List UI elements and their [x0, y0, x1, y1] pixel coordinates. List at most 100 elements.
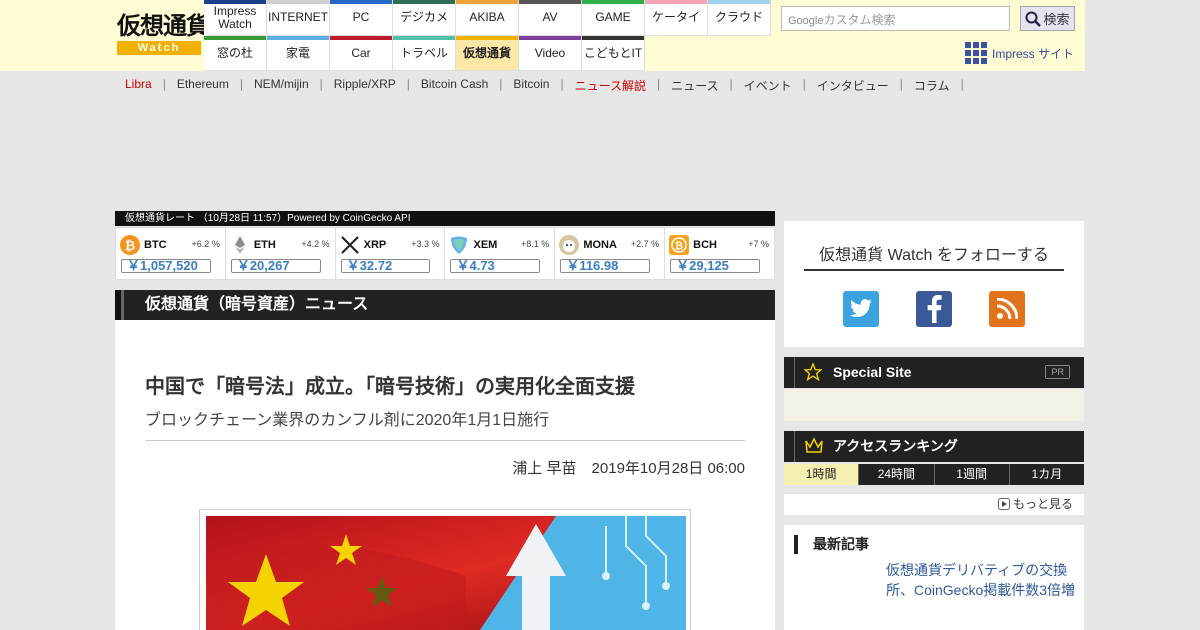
category-separator: |: [499, 77, 503, 91]
category-link[interactable]: Libra: [125, 77, 152, 94]
article: 中国で「暗号法」成立。「暗号技術」の実用化全面支援 ブロックチェーン業界のカンフ…: [115, 320, 775, 630]
xrp-icon: [340, 235, 360, 255]
coin-rate-xrp[interactable]: XRP +3.3 % ￥32.72: [336, 228, 446, 279]
impress-site-label: Impress サイト: [992, 46, 1075, 61]
section-title-text: 仮想通貨（暗号資産）ニュース: [145, 296, 369, 313]
ranking-tab[interactable]: 24時間: [858, 464, 933, 485]
nav-tab-colorbar: [645, 0, 707, 4]
nav-tab-label: Car: [351, 45, 371, 60]
rss-button[interactable]: [989, 291, 1025, 327]
latest-article-link[interactable]: 仮想通貨デリバティブの交換所、CoinGecko掲載件数3倍増: [886, 560, 1076, 600]
search-input[interactable]: Googleカスタム検索: [781, 6, 1010, 31]
coin-price: ￥116.98: [560, 259, 651, 273]
category-link[interactable]: コラム: [914, 77, 950, 94]
nav-tab-label: GAME: [595, 10, 631, 24]
nav-tab-colorbar: [519, 0, 581, 4]
coin-price: ￥1,057,520: [121, 259, 211, 273]
category-link[interactable]: ニュース: [671, 77, 718, 94]
nav-tab[interactable]: AV: [519, 0, 582, 36]
nav-tab-label: Impress Watch: [213, 3, 257, 31]
nav-tab[interactable]: ケータイ: [645, 0, 708, 36]
section-title: 仮想通貨（暗号資産）ニュース: [115, 290, 775, 320]
nav-tab-colorbar: [582, 36, 644, 40]
nav-tab-label: 仮想通貨: [462, 45, 511, 60]
star-icon: [804, 363, 822, 381]
nav-tab-colorbar: [330, 0, 392, 4]
category-separator: |: [656, 77, 661, 91]
article-title[interactable]: 中国で「暗号法」成立。「暗号技術」の実用化全面支援: [145, 370, 635, 399]
category-separator: |: [239, 77, 243, 91]
ranking-tab[interactable]: 1時間: [784, 464, 859, 485]
nav-tab[interactable]: 家電: [267, 36, 330, 71]
twitter-icon: [850, 299, 872, 318]
nav-tab[interactable]: Impress Watch: [204, 0, 267, 36]
facebook-button[interactable]: [916, 291, 952, 327]
china-flag-image: [206, 516, 686, 630]
nav-tab-colorbar: [267, 36, 329, 40]
coin-rate-bch[interactable]: ₿ BCH +7 % ￥29,125: [665, 228, 774, 279]
nav-tab-label: クラウド: [714, 10, 763, 24]
category-link[interactable]: Ethereum: [177, 77, 229, 94]
nav-tab[interactable]: AKIBA: [456, 0, 519, 36]
category-link[interactable]: Bitcoin: [513, 77, 549, 94]
nav-tab-label: ケータイ: [651, 10, 700, 24]
nav-tab-colorbar: [330, 36, 392, 40]
category-link[interactable]: イベント: [744, 77, 792, 94]
divider: [145, 440, 745, 441]
follow-title: 仮想通貨 Watch をフォローする: [819, 247, 1049, 264]
nem-icon: [449, 235, 469, 255]
play-arrow-icon: [997, 498, 1010, 510]
crown-icon: [805, 437, 823, 453]
nav-tab-colorbar: [204, 36, 266, 40]
impress-site-link[interactable]: Impress サイト: [965, 42, 1074, 64]
nav-tab[interactable]: デジカメ: [393, 0, 456, 36]
nav-tab-colorbar: [456, 0, 518, 4]
category-link[interactable]: NEM/mijin: [254, 77, 309, 94]
latest-title: 最新記事: [794, 535, 869, 554]
site-logo[interactable]: 仮想通貨 Watch: [117, 12, 210, 56]
nav-tab[interactable]: Video: [519, 36, 582, 71]
category-separator: |: [406, 77, 410, 91]
ranking-tab[interactable]: 1週間: [933, 464, 1009, 485]
search-button[interactable]: 検索: [1020, 6, 1075, 31]
nav-tab-colorbar: [204, 0, 266, 4]
category-link[interactable]: Bitcoin Cash: [421, 77, 488, 94]
ethereum-icon: [230, 235, 250, 255]
nav-tab[interactable]: 窓の杜: [204, 36, 267, 71]
special-site-header: Special Site PR: [784, 357, 1084, 388]
nav-tab[interactable]: トラベル: [393, 36, 456, 71]
category-link[interactable]: ニュース解説: [575, 77, 646, 94]
coin-symbol: XEM: [473, 239, 498, 251]
category-separator: |: [960, 77, 964, 91]
logo-watch: Watch: [117, 41, 201, 55]
nav-tab[interactable]: PC: [330, 0, 393, 36]
nav-tab[interactable]: Car: [330, 36, 393, 71]
ranking-tab[interactable]: 1カ月: [1008, 464, 1084, 485]
byline: 浦上 早苗 2019年10月28日 06:00: [512, 457, 745, 478]
nav-tab[interactable]: クラウド: [708, 0, 771, 36]
nav-tab[interactable]: 仮想通貨: [456, 36, 519, 71]
rss-icon: [996, 298, 1018, 320]
nav-tab[interactable]: こどもとIT: [582, 36, 645, 71]
coin-rate-mona[interactable]: MONA +2.7 % ￥116.98: [555, 228, 666, 279]
twitter-button[interactable]: [843, 291, 879, 327]
coin-change: +2.7 %: [630, 239, 660, 249]
bitcoin-icon: ₿: [120, 235, 140, 255]
pr-badge: PR: [1045, 365, 1070, 379]
nav-tab-colorbar: [456, 36, 518, 40]
coin-rate-eth[interactable]: ETH +4.2 % ￥20,267: [226, 228, 336, 279]
site-nav: Impress Watch INTERNET PC デジカメ AKIBA AV GAME ケータ…: [204, 0, 772, 71]
nav-tab-label: トラベル: [399, 45, 448, 60]
ranking-title: アクセスランキング: [833, 438, 958, 454]
nav-tab[interactable]: GAME: [582, 0, 645, 36]
more-link[interactable]: もっと見る: [784, 494, 1084, 515]
coin-symbol: MONA: [583, 239, 617, 251]
nav-tab[interactable]: INTERNET: [267, 0, 330, 36]
category-link[interactable]: インタビュー: [817, 77, 889, 94]
category-link[interactable]: Ripple/XRP: [334, 77, 396, 94]
coin-rate-btc[interactable]: ₿ BTC +6.2 % ￥1,057,520: [116, 228, 226, 279]
coin-price: ￥4.73: [450, 259, 541, 273]
article-image[interactable]: [206, 516, 686, 630]
special-site-content: [784, 389, 1084, 421]
coin-rate-xem[interactable]: XEM +8.1 % ￥4.73: [445, 228, 556, 279]
